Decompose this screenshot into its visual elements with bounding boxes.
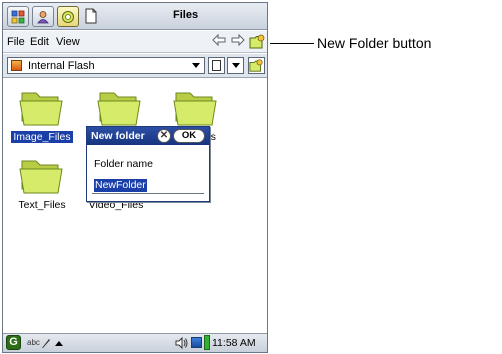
view-mode-button[interactable] <box>208 57 225 74</box>
folder-item[interactable]: Image_Files <box>7 87 77 143</box>
new-folder-dialog: New folder ✕ OK Folder name NewFolder <box>86 126 210 202</box>
new-folder-button[interactable] <box>249 33 266 50</box>
dialog-title: New folder <box>91 130 145 142</box>
folder-icon <box>97 92 141 126</box>
chevron-down-icon <box>192 63 200 68</box>
forward-arrow-icon[interactable] <box>230 33 246 50</box>
back-arrow-icon[interactable] <box>211 33 227 50</box>
menu-edit[interactable]: Edit <box>30 36 49 48</box>
status-bar: G abc 11:58 AM <box>3 333 267 352</box>
folder-icon <box>173 92 217 126</box>
callout-line <box>270 43 314 44</box>
folder-name-value: NewFolder <box>94 179 147 192</box>
app-title: Files <box>173 9 199 21</box>
contacts-icon[interactable] <box>32 6 54 27</box>
view-mode-dropdown[interactable] <box>227 57 244 74</box>
document-icon[interactable] <box>84 7 98 25</box>
device-screen: Files File Edit View Internal Flash Imag… <box>2 2 268 353</box>
up-arrow-icon[interactable] <box>55 341 63 346</box>
apps-grid-icon[interactable] <box>7 6 29 27</box>
clock[interactable]: 11:58 AM <box>212 337 256 349</box>
ok-button[interactable]: OK <box>173 129 205 143</box>
network-icon[interactable] <box>191 337 202 348</box>
chevron-down-icon <box>232 63 240 68</box>
pen-icon <box>42 339 50 348</box>
new-folder-toolbar-button[interactable] <box>248 57 265 74</box>
input-method-label[interactable]: abc <box>27 338 40 347</box>
start-button[interactable]: G <box>6 335 21 350</box>
location-dropdown[interactable]: Internal Flash <box>7 57 205 74</box>
files-app-icon[interactable] <box>57 6 79 27</box>
page-icon <box>212 60 221 71</box>
task-bar: Files <box>3 3 267 30</box>
battery-icon[interactable] <box>204 335 210 350</box>
folder-icon <box>19 160 63 194</box>
new-folder-icon <box>249 34 265 49</box>
folder-item[interactable]: Text_Files <box>7 155 77 211</box>
callout-label: New Folder button <box>317 35 432 51</box>
folder-icon <box>19 92 63 126</box>
folder-label: Text_Files <box>18 199 66 211</box>
menu-file[interactable]: File <box>7 36 25 48</box>
file-browser-area: Image_Files iles Text_Files <box>3 79 267 331</box>
speaker-icon[interactable] <box>175 336 189 350</box>
folder-label: Image_Files <box>11 131 73 143</box>
close-icon[interactable]: ✕ <box>157 129 171 143</box>
location-label: Internal Flash <box>28 60 95 72</box>
dialog-title-bar: New folder ✕ OK <box>87 127 209 145</box>
menu-view[interactable]: View <box>56 36 80 48</box>
new-folder-icon <box>249 59 263 72</box>
location-bar: Internal Flash <box>3 54 267 78</box>
flash-drive-icon <box>11 60 22 71</box>
folder-name-label: Folder name <box>94 158 153 170</box>
menu-bar: File Edit View <box>3 31 267 53</box>
